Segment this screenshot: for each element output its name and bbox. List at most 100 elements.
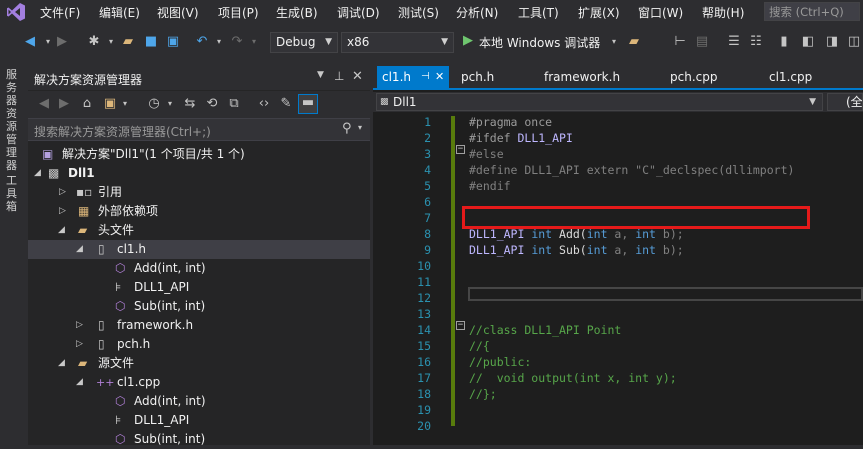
save-icon[interactable]: ■ xyxy=(143,34,159,50)
tab-pch-cpp[interactable]: pch.cpp xyxy=(670,66,717,88)
configuration-dropdown[interactable]: Debug ▼ xyxy=(270,32,338,53)
tree-item-solution[interactable]: ▣ 解决方案"Dll1"(1 个项目/共 1 个) xyxy=(28,145,370,164)
undo-icon[interactable]: ↶ xyxy=(194,34,210,50)
member-scope-dropdown[interactable]: (全 xyxy=(827,93,863,111)
collapsed-icon[interactable]: ▷ xyxy=(59,202,66,221)
run-icon[interactable]: ▶ xyxy=(463,33,473,48)
tree-item-references[interactable]: ▷ ▪▫ 引用 xyxy=(28,183,370,202)
tab-cl1-cpp[interactable]: cl1.cpp xyxy=(769,66,812,88)
expanded-icon[interactable]: ◢ xyxy=(58,221,65,240)
back-icon[interactable]: ◀ xyxy=(22,34,38,50)
tab-framework-h[interactable]: framework.h xyxy=(544,66,620,88)
menu-edit[interactable]: 编辑(E) xyxy=(99,4,140,21)
tree-item-sub-cpp[interactable]: ⬡ Sub(int, int) xyxy=(28,430,370,449)
run-dropdown-icon[interactable]: ▾ xyxy=(606,34,622,50)
menu-test[interactable]: 测试(S) xyxy=(398,4,439,21)
open-icon[interactable]: ▰ xyxy=(120,34,136,50)
forward-icon[interactable]: ▶ xyxy=(54,34,70,50)
tree-item-dll1-api-cpp[interactable]: ⊧ DLL1_API xyxy=(28,411,370,430)
tab-cl1-h[interactable]: cl1.h ⊣ ✕ xyxy=(377,66,449,88)
platform-dropdown[interactable]: x86 ▼ xyxy=(341,32,454,53)
back-icon[interactable]: ◀ xyxy=(36,96,52,112)
expanded-icon[interactable]: ◢ xyxy=(58,354,65,373)
tree-item-pch-h[interactable]: ▷ ▯ pch.h xyxy=(28,335,370,354)
tree-item-cl1-h[interactable]: ◢ ▯ cl1.h xyxy=(28,240,370,259)
run-debugger-button[interactable]: 本地 Windows 调试器 xyxy=(479,34,600,51)
navigation-bar: ▩ Dll1 ▼ (全 xyxy=(373,92,863,112)
step-icon[interactable]: ⊢ xyxy=(672,34,688,50)
new-project-icon[interactable]: ✱ xyxy=(86,34,102,50)
menu-build[interactable]: 生成(B) xyxy=(276,4,318,21)
tree-item-add-cpp[interactable]: ⬡ Add(int, int) xyxy=(28,392,370,411)
collapsed-icon[interactable]: ▷ xyxy=(76,316,83,335)
next-bookmark-icon[interactable]: ◨ xyxy=(824,34,840,50)
uncomment-icon[interactable]: ☷ xyxy=(748,34,764,50)
pending-changes-icon[interactable]: ◷ xyxy=(146,96,162,112)
browse-icon[interactable]: ▰ xyxy=(626,34,642,50)
step-over-icon[interactable]: ▤ xyxy=(694,34,710,50)
collapsed-icon[interactable]: ▷ xyxy=(76,335,83,354)
save-all-icon[interactable]: ▣ xyxy=(165,34,181,50)
tree-item-framework-h[interactable]: ▷ ▯ framework.h xyxy=(28,316,370,335)
collapsed-icon[interactable]: ▷ xyxy=(59,183,66,202)
cpp-file-icon: ++ xyxy=(96,376,115,389)
tab-pch-h[interactable]: pch.h xyxy=(461,66,494,88)
search-input[interactable]: 搜索解决方案资源管理器(Ctrl+;) xyxy=(34,123,211,140)
fold-toggle-icon[interactable]: − xyxy=(456,321,465,330)
collapse-all-icon[interactable]: ⧉ xyxy=(226,96,242,112)
tree-item-dll1-api[interactable]: ⊧ DLL1_API xyxy=(28,278,370,297)
menu-tools[interactable]: 工具(T) xyxy=(518,4,559,21)
toolbox-tab[interactable]: 工具箱 xyxy=(6,174,20,213)
menu-view[interactable]: 视图(V) xyxy=(157,4,199,21)
search-icon[interactable]: ⚲ xyxy=(342,121,352,136)
new-dropdown-icon[interactable]: ▾ xyxy=(103,34,119,50)
pin-icon[interactable]: ⊥ xyxy=(334,69,344,83)
quick-search-input[interactable]: 搜索 (Ctrl+Q) xyxy=(764,2,860,21)
clear-bookmark-icon[interactable]: ◫ xyxy=(846,34,862,50)
tree-item-cl1-cpp[interactable]: ◢ ++ cl1.cpp xyxy=(28,373,370,392)
tree-item-external-deps[interactable]: ▷ ▦ 外部依赖项 xyxy=(28,202,370,221)
properties-icon[interactable]: ✎ xyxy=(278,96,294,112)
search-options-icon[interactable]: ▾ xyxy=(358,123,362,132)
code-area[interactable]: − − 1 2 3 4 5 6 7 8 9 10 11 12 13 14 15 … xyxy=(373,114,863,445)
expanded-icon[interactable]: ◢ xyxy=(34,164,41,183)
fold-toggle-icon[interactable]: − xyxy=(456,145,465,154)
prev-bookmark-icon[interactable]: ◧ xyxy=(800,34,816,50)
tree-item-project[interactable]: ◢ ▩ Dll1 xyxy=(28,164,370,183)
menu-help[interactable]: 帮助(H) xyxy=(702,4,744,21)
pin-icon[interactable]: ⊣ xyxy=(421,66,430,88)
menu-extensions[interactable]: 扩展(X) xyxy=(578,4,620,21)
refresh-icon[interactable]: ⟲ xyxy=(204,96,220,112)
menu-analyze[interactable]: 分析(N) xyxy=(456,4,498,21)
tree-item-add[interactable]: ⬡ Add(int, int) xyxy=(28,259,370,278)
solution-explorer-search[interactable]: 搜索解决方案资源管理器(Ctrl+;) ⚲ ▾ xyxy=(28,118,370,141)
close-icon[interactable]: ✕ xyxy=(352,69,363,84)
views-dropdown-icon[interactable]: ▾ xyxy=(117,96,133,112)
menu-file[interactable]: 文件(F) xyxy=(40,4,80,21)
redo-icon[interactable]: ↷ xyxy=(229,34,245,50)
expanded-icon[interactable]: ◢ xyxy=(76,373,83,392)
home-icon[interactable]: ⌂ xyxy=(79,96,95,112)
view-code-icon[interactable]: ‹› xyxy=(256,96,272,112)
expanded-icon[interactable]: ◢ xyxy=(76,240,83,259)
preview-icon[interactable]: ▬ xyxy=(298,94,318,114)
forward-icon[interactable]: ▶ xyxy=(56,96,72,112)
menu-window[interactable]: 窗口(W) xyxy=(638,4,683,21)
comment-icon[interactable]: ☰ xyxy=(726,34,742,50)
pending-dropdown-icon[interactable]: ▾ xyxy=(162,96,178,112)
project-scope-dropdown[interactable]: ▩ Dll1 ▼ xyxy=(376,93,823,111)
tree-item-sub[interactable]: ⬡ Sub(int, int) xyxy=(28,297,370,316)
tree-item-source-files[interactable]: ◢ ▰ 源文件 xyxy=(28,354,370,373)
sync-icon[interactable]: ⇆ xyxy=(182,96,198,112)
close-icon[interactable]: ✕ xyxy=(435,66,444,88)
tree-item-header-files[interactable]: ◢ ▰ 头文件 xyxy=(28,221,370,240)
undo-dropdown-icon[interactable]: ▾ xyxy=(211,34,227,50)
redo-dropdown-icon[interactable]: ▾ xyxy=(246,34,262,50)
window-menu-icon[interactable]: ▼ xyxy=(317,70,324,80)
menu-debug[interactable]: 调试(D) xyxy=(337,4,380,21)
bookmark-icon[interactable]: ▮ xyxy=(776,34,792,50)
tree-item-label: cl1.cpp xyxy=(117,375,161,389)
menu-project[interactable]: 项目(P) xyxy=(218,4,259,21)
server-explorer-tab[interactable]: 服务器资源管理器 xyxy=(6,68,20,172)
switch-views-icon[interactable]: ▣ xyxy=(102,96,118,112)
